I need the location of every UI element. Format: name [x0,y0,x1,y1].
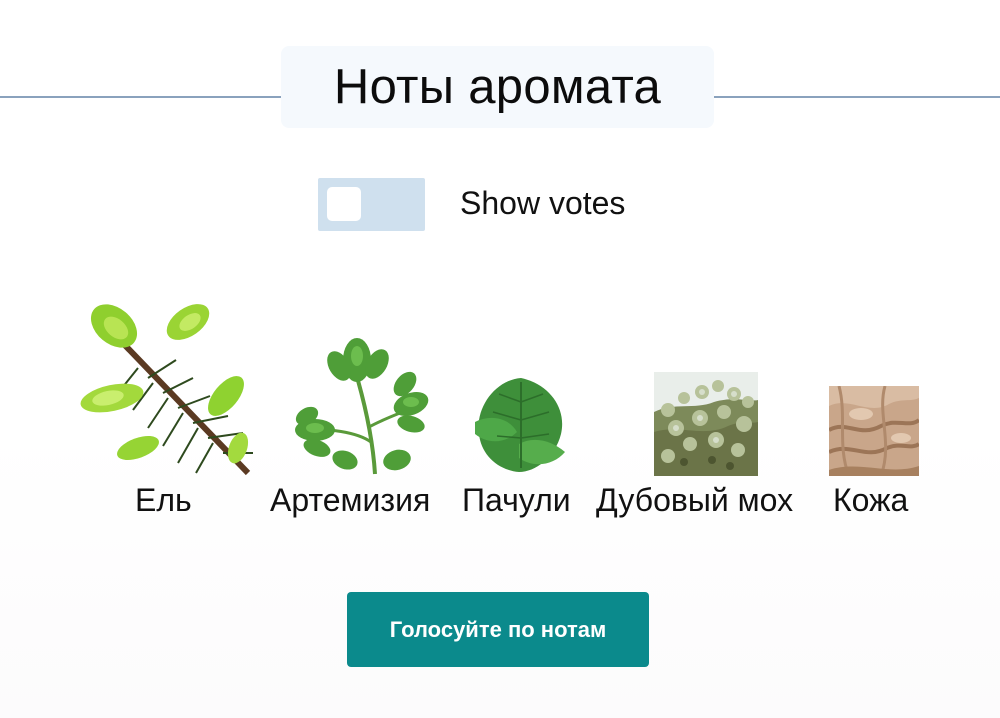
show-votes-label: Show votes [460,185,626,221]
show-votes-toggle[interactable] [318,178,425,231]
note-label-patchouli: Пачули [462,482,571,518]
toggle-knob [327,187,361,221]
spruce-branch-icon [80,304,253,476]
vote-notes-button[interactable]: Голосуйте по нотам [347,592,649,667]
note-label-leather: Кожа [833,482,909,518]
note-artemisia[interactable] [287,332,432,477]
artemisia-leaf-icon [295,338,429,475]
note-oak-moss[interactable] [654,372,758,476]
oak-moss-icon [654,372,758,476]
note-label-oak-moss: Дубовый мох [596,482,794,518]
note-spruce[interactable] [78,298,256,476]
section-title: Ноты аромата [333,60,662,114]
leather-icon [829,386,919,476]
note-label-artemisia: Артемизия [270,482,431,518]
patchouli-leaf-icon [475,378,565,472]
note-patchouli[interactable] [469,374,573,476]
section-title-box: Ноты аромата [281,46,714,128]
note-leather[interactable] [829,386,919,476]
note-label-spruce: Ель [135,482,192,518]
